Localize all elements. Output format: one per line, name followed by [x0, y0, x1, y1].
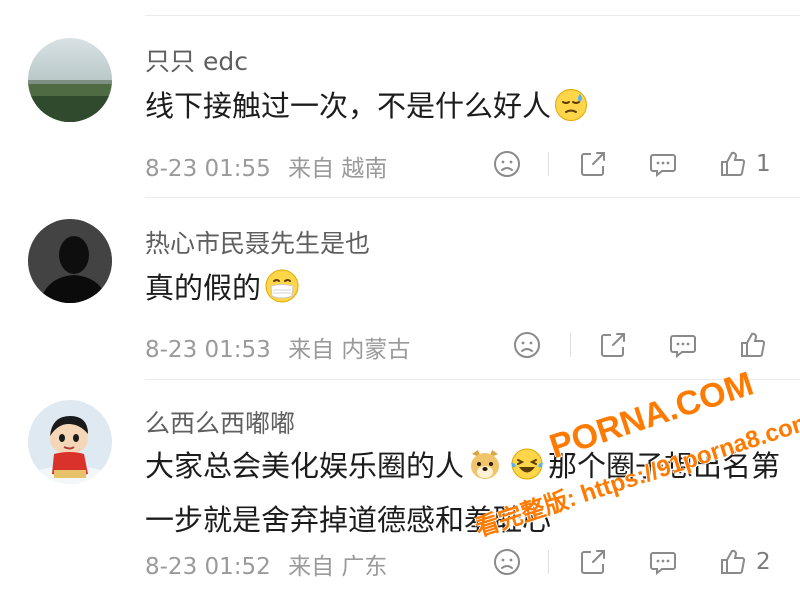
like-icon	[721, 151, 746, 176]
avatar[interactable]	[28, 38, 112, 122]
sweat-smile-emoji-icon	[554, 88, 588, 136]
dislike-icon	[494, 151, 520, 177]
like-icon	[741, 332, 766, 357]
comment-icon	[650, 154, 676, 178]
dislike-icon	[494, 549, 520, 575]
comment-location: 来自 广东	[288, 554, 388, 580]
share-button[interactable]	[578, 144, 608, 184]
comment-time: 8-23 01:52	[145, 554, 271, 580]
comment-actions: 1	[480, 144, 790, 184]
username[interactable]: 么西么西嘟嘟	[145, 404, 295, 440]
action-divider	[570, 333, 571, 357]
share-icon	[601, 333, 625, 357]
dislike-button[interactable]	[492, 542, 522, 582]
dislike-icon	[514, 332, 540, 358]
username[interactable]: 热心市民聂先生是也	[145, 224, 370, 260]
comment-actions: 2	[480, 542, 790, 582]
doge-emoji-icon	[467, 446, 503, 496]
like-button[interactable]: 2	[718, 542, 771, 582]
comment-meta: 8-23 01:53 来自 内蒙古	[145, 330, 420, 364]
share-icon	[581, 550, 605, 574]
like-count: 1	[756, 151, 771, 177]
comment-button[interactable]	[648, 144, 678, 184]
username[interactable]: 只只 edc	[145, 42, 248, 78]
comment-text: 大家总会美化娱乐圈的人 那个圈子想出名第一步就是舍弃掉道德感和羞耻心	[145, 442, 782, 544]
comment-time: 8-23 01:53	[145, 337, 271, 363]
like-count: 2	[756, 549, 771, 575]
comment-time: 8-23 01:55	[145, 156, 271, 182]
dislike-button[interactable]	[512, 325, 542, 365]
comment-location: 来自 内蒙古	[288, 337, 411, 363]
comment-text-body: 真的假的	[145, 271, 262, 305]
comment-meta: 8-23 01:52 来自 广东	[145, 547, 397, 581]
share-icon	[581, 152, 605, 176]
comment-icon	[670, 335, 696, 359]
like-button[interactable]: 1	[718, 144, 771, 184]
like-icon	[721, 549, 746, 574]
like-button[interactable]	[738, 325, 776, 365]
laughing-tears-emoji-icon	[509, 446, 545, 496]
avatar[interactable]	[28, 400, 112, 484]
mask-emoji-icon	[264, 268, 300, 318]
comment-meta: 8-23 01:55 来自 越南	[145, 149, 397, 183]
comment-item: 么西么西嘟嘟 大家总会美化娱乐圈的人 那个圈子想出名第一步就是舍弃掉道德感和羞耻…	[0, 380, 800, 597]
comment-text-part1: 大家总会美化娱乐圈的人	[145, 449, 465, 483]
comment-item: 热心市民聂先生是也 真的假的 8-23 01:53 来自 内蒙古	[0, 198, 800, 380]
action-divider	[548, 152, 549, 176]
comment-location: 来自 越南	[288, 156, 388, 182]
comment-button[interactable]	[668, 325, 698, 365]
comment-item: 只只 edc 线下接触过一次，不是什么好人 8-23 01:55 来自 越南 1	[0, 16, 800, 198]
share-button[interactable]	[598, 325, 628, 365]
comment-text: 真的假的	[145, 264, 782, 318]
comment-icon	[650, 552, 676, 576]
comment-text-body: 线下接触过一次，不是什么好人	[145, 89, 552, 123]
comment-button[interactable]	[648, 542, 678, 582]
dislike-button[interactable]	[492, 144, 522, 184]
action-divider	[548, 550, 549, 574]
comment-actions	[480, 325, 790, 365]
avatar[interactable]	[28, 219, 112, 303]
share-button[interactable]	[578, 542, 608, 582]
comment-text: 线下接触过一次，不是什么好人	[145, 82, 782, 136]
